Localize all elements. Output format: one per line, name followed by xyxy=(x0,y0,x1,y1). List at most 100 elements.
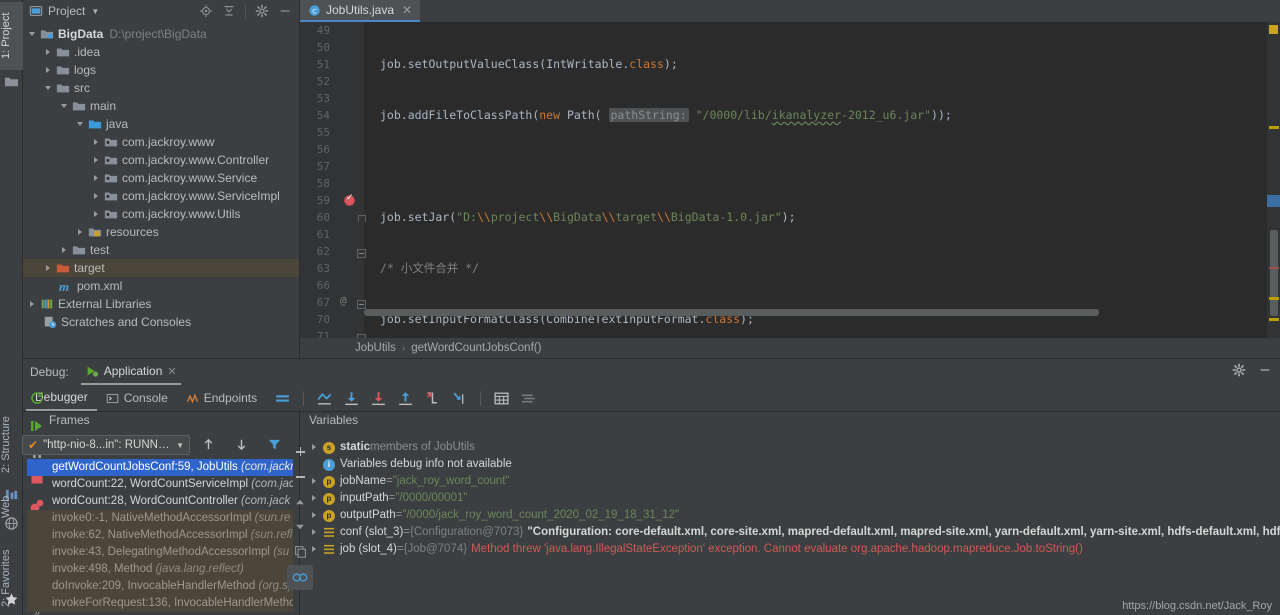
chevron-down-icon[interactable] xyxy=(75,119,86,130)
tree-node-scratches[interactable]: Scratches and Consoles xyxy=(23,313,299,331)
tree-node-package-controller[interactable]: com.jackroy.www.Controller xyxy=(23,151,299,169)
variable-row-inputpath[interactable]: p inputPath = "/0000/00001" xyxy=(301,490,1280,507)
tree-node-package-www[interactable]: com.jackroy.www xyxy=(23,133,299,151)
override-marker-icon[interactable]: @ xyxy=(340,294,347,307)
tool-button-structure[interactable]: 2: Structure xyxy=(0,408,23,482)
frames-list[interactable]: getWordCountJobsConf:59, JobUtils (com.j… xyxy=(27,459,293,615)
gear-icon[interactable] xyxy=(1232,363,1246,377)
tree-node-target[interactable]: target xyxy=(23,259,299,277)
locate-icon[interactable] xyxy=(199,4,213,18)
run-to-cursor-icon[interactable] xyxy=(451,390,468,407)
code-content[interactable]: job.setOutputValueClass(IntWritable.clas… xyxy=(364,22,1280,338)
variable-row-jobname[interactable]: p jobName = "jack_roy_word_count" xyxy=(301,473,1280,490)
editor-marker-strip[interactable] xyxy=(1266,22,1280,338)
layout-icon[interactable] xyxy=(274,390,291,407)
show-execution-point-icon[interactable] xyxy=(316,390,333,407)
tree-node-external-libraries[interactable]: External Libraries xyxy=(23,295,299,313)
up-icon[interactable] xyxy=(201,437,218,454)
settings-icon[interactable] xyxy=(520,390,537,407)
filter-icon[interactable] xyxy=(267,437,284,454)
chevron-right-icon[interactable] xyxy=(309,510,320,521)
chevron-down-icon[interactable] xyxy=(59,101,70,112)
chevron-right-icon[interactable] xyxy=(27,299,38,310)
tree-node-test[interactable]: test xyxy=(23,241,299,259)
close-icon[interactable]: ✕ xyxy=(167,365,176,378)
chevron-right-icon[interactable] xyxy=(91,137,102,148)
tree-node-bigdata[interactable]: BigData D:\project\BigData xyxy=(23,25,299,43)
chevron-right-icon[interactable] xyxy=(75,227,86,238)
variable-row-static-members[interactable]: s static members of JobUtils xyxy=(301,439,1280,456)
gear-icon[interactable] xyxy=(255,4,269,18)
chevron-right-icon[interactable] xyxy=(309,442,320,453)
breadcrumb-class[interactable]: JobUtils xyxy=(355,342,396,354)
rerun-icon[interactable] xyxy=(29,390,45,406)
breadcrumb-method[interactable]: getWordCountJobsConf() xyxy=(411,342,541,354)
frame-row[interactable]: invokeForRequest:136, InvocableHandlerMe… xyxy=(27,595,293,612)
tab-console[interactable]: Console xyxy=(97,385,177,411)
collapse-all-icon[interactable] xyxy=(222,4,236,18)
tree-node-package-serviceimpl[interactable]: com.jackroy.www.ServiceImpl xyxy=(23,187,299,205)
editor-tab-jobutils[interactable]: C JobUtils.java ✕ xyxy=(300,0,421,22)
tree-node-resources[interactable]: resources xyxy=(23,223,299,241)
close-icon[interactable]: ✕ xyxy=(402,3,412,17)
tree-node-package-service[interactable]: com.jackroy.www.Service xyxy=(23,169,299,187)
debug-session-tab[interactable]: Application ✕ xyxy=(80,359,181,385)
step-over-icon[interactable] xyxy=(343,390,360,407)
chevron-down-icon[interactable]: ▼ xyxy=(176,441,184,450)
minimize-icon[interactable] xyxy=(1258,363,1272,377)
variable-row-conf[interactable]: conf (slot_3) = {Configuration@7073} "Co… xyxy=(301,524,1280,541)
tree-node-package-utils[interactable]: com.jackroy.www.Utils xyxy=(23,205,299,223)
editor-horizontal-scrollbar[interactable] xyxy=(364,309,1260,316)
variable-row-job[interactable]: job (slot_4) = {Job@7074} Method threw '… xyxy=(301,541,1280,558)
chevron-right-icon[interactable] xyxy=(309,476,320,487)
frame-row[interactable]: wordCount:22, WordCountServiceImpl (com.… xyxy=(27,476,293,493)
tree-node-idea[interactable]: .idea xyxy=(23,43,299,61)
code-editor[interactable]: 49 50 51 52 53 54 55 56 57 58 59 60 61 6… xyxy=(300,22,1280,338)
step-into-icon[interactable] xyxy=(370,390,387,407)
chevron-right-icon[interactable] xyxy=(91,209,102,220)
chevron-down-icon[interactable] xyxy=(27,29,38,40)
chevron-right-icon[interactable] xyxy=(309,527,320,538)
chevron-right-icon[interactable] xyxy=(43,65,54,76)
tab-endpoints[interactable]: Endpoints xyxy=(177,385,266,411)
chevron-right-icon[interactable] xyxy=(59,245,70,256)
project-tree[interactable]: BigData D:\project\BigData .idea logs sr… xyxy=(23,23,299,358)
frame-row[interactable]: invoke0:-1, NativeMethodAccessorImpl (su… xyxy=(27,510,293,527)
marker-warning[interactable] xyxy=(1269,297,1279,300)
frame-row[interactable]: doInvoke:209, InvocableHandlerMethod (or… xyxy=(27,578,293,595)
marker-warning[interactable] xyxy=(1269,318,1279,321)
chevron-right-icon[interactable] xyxy=(309,544,320,555)
chevron-right-icon[interactable] xyxy=(309,493,320,504)
line-number-gutter[interactable]: 49 50 51 52 53 54 55 56 57 58 59 60 61 6… xyxy=(300,22,366,338)
scrollbar-thumb[interactable] xyxy=(1270,230,1278,316)
thread-selector[interactable]: ✔ "http-nio-8...in": RUNNING ▼ xyxy=(22,435,190,455)
chevron-right-icon[interactable] xyxy=(91,191,102,202)
marker-warning[interactable] xyxy=(1269,126,1279,129)
frame-row[interactable]: invoke:62, NativeMethodAccessorImpl (sun… xyxy=(27,527,293,544)
tree-node-pom-xml[interactable]: m pom.xml xyxy=(23,277,299,295)
minimize-icon[interactable] xyxy=(278,4,292,18)
tree-node-main[interactable]: main xyxy=(23,97,299,115)
down-icon[interactable] xyxy=(234,437,251,454)
marker-execution-point[interactable] xyxy=(1267,195,1280,207)
chevron-right-icon[interactable] xyxy=(43,47,54,58)
marker-error[interactable] xyxy=(1269,267,1279,269)
variable-row-outputpath[interactable]: p outputPath = "/0000/jack_roy_word_coun… xyxy=(301,507,1280,524)
step-out-icon[interactable] xyxy=(397,390,414,407)
breadcrumb[interactable]: JobUtils › getWordCountJobsConf() xyxy=(300,338,1280,358)
tree-node-src[interactable]: src xyxy=(23,79,299,97)
chevron-down-icon[interactable]: ▼ xyxy=(91,7,99,16)
frame-row[interactable]: wordCount:28, WordCountController (com.j… xyxy=(27,493,293,510)
chevron-right-icon[interactable] xyxy=(43,263,54,274)
inspection-status-icon[interactable] xyxy=(1269,25,1278,34)
chevron-down-icon[interactable] xyxy=(43,83,54,94)
chevron-right-icon[interactable] xyxy=(91,155,102,166)
tree-node-logs[interactable]: logs xyxy=(23,61,299,79)
frame-row[interactable]: invoke:498, Method (java.lang.reflect) xyxy=(27,561,293,578)
breakpoint-icon[interactable] xyxy=(344,193,355,206)
drop-frame-icon[interactable] xyxy=(424,390,441,407)
tool-button-project[interactable]: 1: Project xyxy=(0,2,23,70)
frame-row[interactable]: getWordCountJobsConf:59, JobUtils (com.j… xyxy=(27,459,293,476)
frame-row[interactable]: invoke:43, DelegatingMethodAccessorImpl … xyxy=(27,544,293,561)
chevron-right-icon[interactable] xyxy=(91,173,102,184)
